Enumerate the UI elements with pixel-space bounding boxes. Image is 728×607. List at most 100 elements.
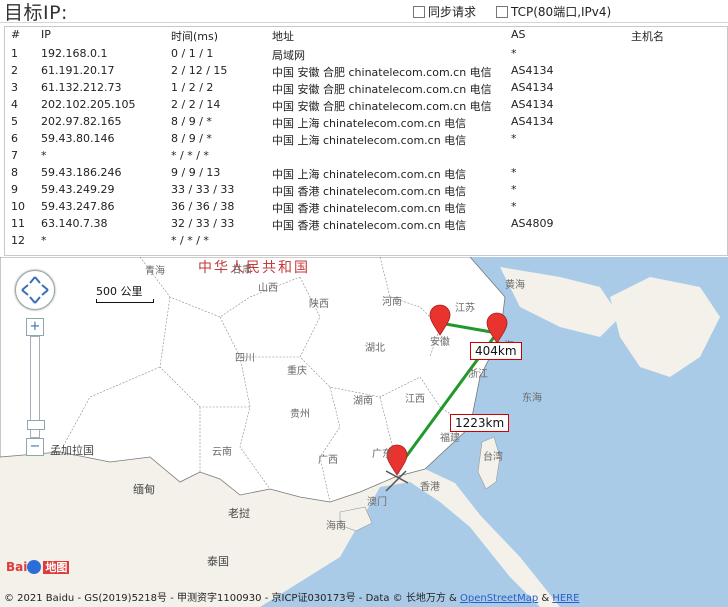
col-hostname: 主机名 (631, 30, 664, 43)
hop-ip: 59.43.80.146 (41, 132, 115, 145)
map-label-henan: 河南 (382, 297, 402, 308)
hop-as: AS4134 (511, 115, 554, 128)
hop-ip: 59.43.249.29 (41, 183, 115, 196)
zoom-out-button[interactable]: − (26, 438, 44, 456)
hop-ip: 59.43.247.86 (41, 200, 115, 213)
hop-ip: 61.191.20.17 (41, 64, 115, 77)
hop-time: 8 / 9 / * (171, 132, 212, 145)
distance-label-1223: 1223km (450, 414, 510, 432)
col-hop: # (11, 28, 21, 41)
table-row: 2 61.191.20.17 2 / 12 / 15 中国 安徽 合肥 chinate… (5, 63, 727, 80)
map-label-myanmar: 缅甸 (133, 483, 155, 496)
col-as: AS (511, 28, 526, 41)
hop-ip: 59.43.186.246 (41, 166, 122, 179)
distance-label-404: 404km (470, 342, 522, 360)
hop-address: 中国 上海 chinatelecom.com.cn 电信 (272, 117, 467, 130)
hop-number: 5 (11, 115, 18, 128)
map-copyright: © 2021 Baidu - GS(2019)5218号 - 甲测资字11009… (4, 593, 580, 604)
table-row: 9 59.43.249.29 33 / 33 / 33 中国 香港 chinatele… (5, 182, 727, 199)
hop-time: 32 / 33 / 33 (171, 217, 235, 230)
map-label-gansu: 甘肃 (232, 265, 252, 276)
sync-request-checkbox[interactable] (413, 5, 425, 18)
hop-address: 中国 香港 chinatelecom.com.cn 电信 (272, 185, 467, 198)
hop-number: 8 (11, 166, 18, 179)
zoom-in-button[interactable]: + (26, 318, 44, 336)
map-label-hongkong: 香港 (420, 482, 440, 493)
table-row: 12 * * / * / * (5, 233, 727, 250)
top-bar: 目标IP: 同步请求 TCP(80端口,IPv4) (0, 0, 728, 24)
hop-as: * (511, 47, 517, 60)
hop-as: * (511, 166, 517, 179)
col-ip: IP (41, 28, 51, 41)
tcp-checkbox[interactable] (496, 5, 508, 18)
hop-as: * (511, 132, 517, 145)
hop-address: 中国 安徽 合肥 chinatelecom.com.cn 电信 (272, 100, 492, 113)
hop-as: AS4809 (511, 217, 554, 230)
map-label-yunnan: 云南 (212, 447, 232, 458)
hop-ip: * (41, 234, 47, 247)
pan-arrows-icon (21, 276, 49, 304)
table-row: 7 * * / * / * (5, 148, 727, 165)
here-link[interactable]: HERE (552, 593, 579, 604)
map-label-china: 中华人民共和国 (198, 260, 310, 276)
map-label-thailand: 泰国 (207, 555, 229, 568)
hop-number: 6 (11, 132, 18, 145)
map-label-macau: 澳门 (367, 497, 387, 508)
table-row: 4 202.102.205.105 2 / 2 / 14 中国 安徽 合肥 china… (5, 97, 727, 114)
zoom-slider-handle[interactable] (27, 420, 45, 430)
map-label-hainan: 海南 (326, 521, 346, 532)
hop-address: 中国 上海 chinatelecom.com.cn 电信 (272, 168, 467, 181)
map-label-qinghai: 青海 (145, 266, 165, 277)
map-label-shanxi: 山西 (258, 283, 278, 294)
hop-as: AS4134 (511, 81, 554, 94)
hop-ip: 202.97.82.165 (41, 115, 122, 128)
map-label-guangdong: 广东 (372, 449, 392, 460)
tcp-option[interactable]: TCP(80端口,IPv4) (496, 3, 611, 20)
map-label-taiwan: 台湾 (483, 452, 503, 463)
hop-number: 4 (11, 98, 18, 111)
map-label-hunan: 湖南 (353, 396, 373, 407)
map-label-sichuan: 四川 (235, 353, 255, 364)
hop-address: 中国 上海 chinatelecom.com.cn 电信 (272, 134, 467, 147)
hop-address: 中国 安徽 合肥 chinatelecom.com.cn 电信 (272, 83, 492, 96)
table-row: 5 202.97.82.165 8 / 9 / * 中国 上海 chinateleco… (5, 114, 727, 131)
sync-request-option[interactable]: 同步请求 (413, 3, 476, 20)
table-row: 11 63.140.7.38 32 / 33 / 33 中国 香港 chinatele… (5, 216, 727, 233)
table-header: # IP 时间(ms) 地址 AS 主机名 (5, 27, 727, 45)
hop-as: * (511, 183, 517, 196)
hop-number: 11 (11, 217, 25, 230)
hop-ip: 202.102.205.105 (41, 98, 136, 111)
hop-as: AS4134 (511, 98, 554, 111)
map-pan-control[interactable] (15, 270, 55, 310)
osm-link[interactable]: OpenStreetMap (460, 593, 538, 604)
table-row: 3 61.132.212.73 1 / 2 / 2 中国 安徽 合肥 chinatel… (5, 80, 727, 97)
col-address: 地址 (272, 30, 294, 43)
hop-time: 0 / 1 / 1 (171, 47, 214, 60)
hop-address: 局域网 (272, 49, 305, 62)
hop-time: 9 / 9 / 13 (171, 166, 221, 179)
hop-number: 7 (11, 149, 18, 162)
map-label-laos: 老挝 (228, 507, 250, 520)
map-label-hubei: 湖北 (365, 343, 385, 354)
hop-ip: 63.140.7.38 (41, 217, 108, 230)
table-row: 8 59.43.186.246 9 / 9 / 13 中国 上海 chinatelec… (5, 165, 727, 182)
map-label-anhui: 安徽 (430, 337, 450, 348)
hop-ip: 61.132.212.73 (41, 81, 122, 94)
hop-time: 33 / 33 / 33 (171, 183, 235, 196)
baidu-logo: Bai 地图 (6, 559, 70, 574)
hop-address: 中国 香港 chinatelecom.com.cn 电信 (272, 202, 467, 215)
hop-as: * (511, 200, 517, 213)
map-label-donghai: 东海 (522, 393, 542, 404)
hop-number: 9 (11, 183, 18, 196)
route-map[interactable]: 中华人民共和国 青海 甘肃 山西 陕西 河南 江苏 黄海 安徽 湖北 四川 重庆… (0, 257, 728, 607)
map-label-jiangsu: 江苏 (455, 303, 475, 314)
map-canvas (0, 257, 728, 607)
hop-number: 3 (11, 81, 18, 94)
map-label-huanghai: 黄海 (505, 280, 525, 291)
paw-icon (27, 559, 42, 574)
tcp-label: TCP(80端口,IPv4) (511, 5, 612, 19)
hop-time: 36 / 36 / 38 (171, 200, 235, 213)
table-row: 1 192.168.0.1 0 / 1 / 1 局域网 * (5, 46, 727, 63)
hop-time: 1 / 2 / 2 (171, 81, 214, 94)
map-label-jiangxi: 江西 (405, 394, 425, 405)
